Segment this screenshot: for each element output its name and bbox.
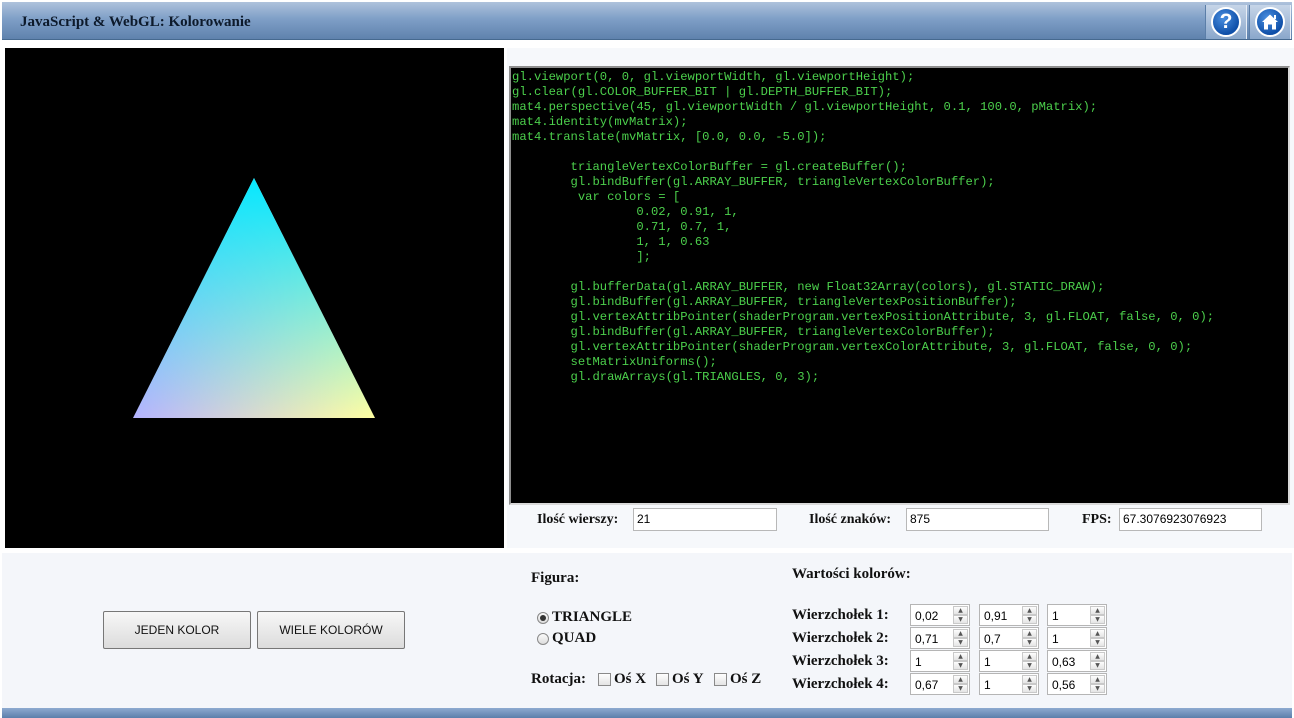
vertex-1-g-stepper[interactable]: 0,91 ▲ ▼	[979, 604, 1039, 626]
spin-down-icon[interactable]: ▼	[953, 684, 968, 693]
vertex-2-b-stepper[interactable]: 1 ▲ ▼	[1047, 627, 1107, 649]
vertex-4-r-stepper[interactable]: 0,67 ▲ ▼	[910, 673, 970, 695]
checkbox-axis-z[interactable]	[714, 673, 727, 686]
one-color-button[interactable]: JEDEN KOLOR	[103, 611, 251, 649]
spin-down-icon[interactable]: ▼	[1090, 638, 1105, 647]
axis-z-label: Oś Z	[730, 671, 762, 687]
vertex-2-label: Wierzchołek 2:	[792, 630, 889, 646]
radio-quad[interactable]	[537, 633, 549, 645]
vertex-2-g-value: 0,7	[984, 632, 1001, 646]
spin-down-icon[interactable]: ▼	[1090, 615, 1105, 624]
code-editor[interactable]: gl.viewport(0, 0, gl.viewportWidth, gl.v…	[509, 66, 1290, 505]
vertex-4-b-value: 0,56	[1052, 678, 1076, 692]
vertex-4-label: Wierzchołek 4:	[792, 676, 889, 692]
webgl-canvas[interactable]	[5, 48, 504, 548]
spin-up-icon[interactable]: ▲	[1090, 652, 1105, 661]
vertex-1-b-value: 1	[1052, 609, 1059, 623]
spin-down-icon[interactable]: ▼	[953, 638, 968, 647]
vertex-1-r-stepper[interactable]: 0,02 ▲ ▼	[910, 604, 970, 626]
spin-up-icon[interactable]: ▲	[1022, 606, 1037, 615]
spin-up-icon[interactable]: ▲	[953, 675, 968, 684]
vertex-1-b-stepper[interactable]: 1 ▲ ▼	[1047, 604, 1107, 626]
axis-x-label: Oś X	[614, 671, 647, 687]
page-title: JavaScript & WebGL: Kolorowanie	[20, 14, 251, 30]
checkbox-axis-y[interactable]	[656, 673, 669, 686]
spin-down-icon[interactable]: ▼	[1090, 684, 1105, 693]
vertex-3-b-stepper[interactable]: 0,63 ▲ ▼	[1047, 650, 1107, 672]
vertex-1-g-value: 0,91	[984, 609, 1008, 623]
spin-down-icon[interactable]: ▼	[1022, 638, 1037, 647]
axis-y-label: Oś Y	[672, 671, 704, 687]
footer-bar	[2, 708, 1292, 718]
vertex-3-g-stepper[interactable]: 1 ▲ ▼	[979, 650, 1039, 672]
vertex-2-g-stepper[interactable]: 0,7 ▲ ▼	[979, 627, 1039, 649]
rows-label: Ilość wierszy:	[537, 512, 619, 527]
vertex-2-b-value: 1	[1052, 632, 1059, 646]
rotation-label: Rotacja:	[531, 671, 586, 687]
many-colors-button[interactable]: WIELE KOLORÓW	[257, 611, 405, 649]
spin-down-icon[interactable]: ▼	[1022, 615, 1037, 624]
vertex-4-g-value: 1	[984, 678, 991, 692]
home-button[interactable]	[1249, 5, 1291, 39]
triangle-option-label: TRIANGLE	[552, 609, 633, 625]
fps-field[interactable]: 67.3076923076923	[1119, 508, 1262, 531]
color-values-title: Wartości kolorów:	[792, 566, 911, 582]
spin-down-icon[interactable]: ▼	[953, 661, 968, 670]
spin-up-icon[interactable]: ▲	[1022, 652, 1037, 661]
vertex-2-r-stepper[interactable]: 0,71 ▲ ▼	[910, 627, 970, 649]
spin-up-icon[interactable]: ▲	[1022, 675, 1037, 684]
vertex-4-r-value: 0,67	[915, 678, 939, 692]
help-button[interactable]: ?	[1205, 5, 1247, 39]
spin-down-icon[interactable]: ▼	[1022, 661, 1037, 670]
checkbox-axis-x[interactable]	[598, 673, 611, 686]
code-text: gl.viewport(0, 0, gl.viewportWidth, gl.v…	[512, 70, 1215, 384]
vertex-1-r-value: 0,02	[915, 609, 939, 623]
fps-label: FPS:	[1082, 512, 1112, 527]
home-icon	[1255, 7, 1285, 37]
vertex-4-g-stepper[interactable]: 1 ▲ ▼	[979, 673, 1039, 695]
vertex-3-g-value: 1	[984, 655, 991, 669]
spin-down-icon[interactable]: ▼	[1090, 661, 1105, 670]
spin-up-icon[interactable]: ▲	[1022, 629, 1037, 638]
vertex-2-r-value: 0,71	[915, 632, 939, 646]
help-icon: ?	[1211, 7, 1241, 37]
vertex-4-b-stepper[interactable]: 0,56 ▲ ▼	[1047, 673, 1107, 695]
vertex-3-r-value: 1	[915, 655, 922, 669]
vertex-3-r-stepper[interactable]: 1 ▲ ▼	[910, 650, 970, 672]
title-bar: JavaScript & WebGL: Kolorowanie ?	[2, 2, 1292, 40]
spin-down-icon[interactable]: ▼	[953, 615, 968, 624]
radio-triangle[interactable]	[537, 612, 549, 624]
vertex-3-label: Wierzchołek 3:	[792, 653, 889, 669]
quad-option-label: QUAD	[552, 630, 597, 646]
figure-label: Figura:	[531, 570, 580, 586]
triangle-render	[133, 178, 375, 418]
spin-down-icon[interactable]: ▼	[1022, 684, 1037, 693]
chars-label: Ilość znaków:	[809, 512, 892, 527]
spin-up-icon[interactable]: ▲	[1090, 629, 1105, 638]
spin-up-icon[interactable]: ▲	[953, 629, 968, 638]
chars-count-field[interactable]: 875	[906, 508, 1049, 531]
rows-count-field[interactable]: 21	[633, 508, 777, 531]
spin-up-icon[interactable]: ▲	[1090, 675, 1105, 684]
vertex-3-b-value: 0,63	[1052, 655, 1076, 669]
spin-up-icon[interactable]: ▲	[1090, 606, 1105, 615]
spin-up-icon[interactable]: ▲	[953, 652, 968, 661]
vertex-1-label: Wierzchołek 1:	[792, 607, 889, 623]
spin-up-icon[interactable]: ▲	[953, 606, 968, 615]
